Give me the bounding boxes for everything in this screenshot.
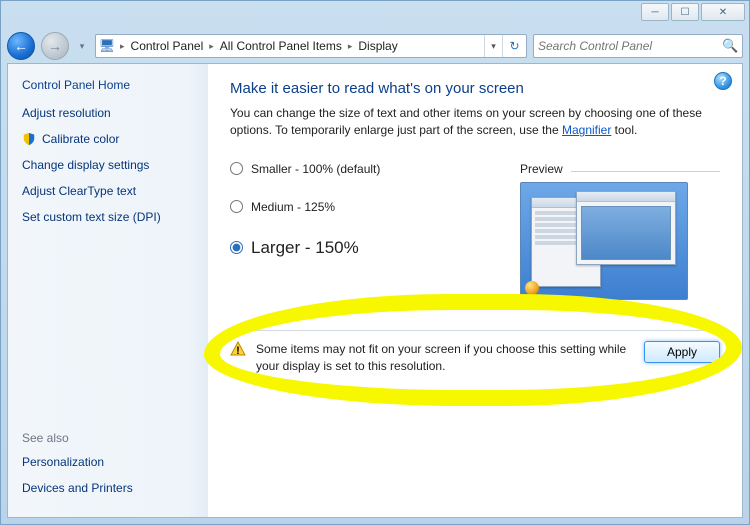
- arrow-left-icon: ←: [14, 38, 28, 54]
- option-label: Larger - 150%: [251, 238, 359, 258]
- breadcrumb-all-items[interactable]: All Control Panel Items: [216, 39, 346, 53]
- main-panel: Make it easier to read what's on your sc…: [208, 64, 742, 517]
- minimize-button[interactable]: ─: [641, 3, 669, 21]
- see-also-label: See also: [22, 431, 194, 445]
- display-icon: 🖥: [96, 38, 118, 54]
- title-bar: ─ ☐ ✕: [1, 1, 749, 29]
- radio-smaller[interactable]: [230, 162, 243, 175]
- option-label: Medium - 125%: [251, 200, 335, 214]
- radio-medium[interactable]: [230, 200, 243, 213]
- sidebar-personalization[interactable]: Personalization: [22, 455, 194, 469]
- option-medium[interactable]: Medium - 125%: [230, 200, 520, 214]
- preview-thumbnail: [520, 182, 688, 300]
- breadcrumb[interactable]: 🖥 ▸ Control Panel ▸ All Control Panel It…: [95, 34, 527, 58]
- back-button[interactable]: ←: [7, 32, 35, 60]
- sidebar-devices-printers[interactable]: Devices and Printers: [22, 481, 194, 495]
- refresh-button[interactable]: ↻: [502, 35, 526, 57]
- warning-section: ! Some items may not fit on your screen …: [230, 330, 720, 375]
- history-dropdown[interactable]: ▾: [75, 36, 89, 56]
- page-description: You can change the size of text and othe…: [230, 105, 720, 140]
- forward-button[interactable]: →: [41, 32, 69, 60]
- sidebar-adjust-resolution[interactable]: Adjust resolution: [22, 106, 194, 120]
- search-icon: 🔍: [722, 38, 738, 54]
- shield-icon: [22, 132, 36, 146]
- preview-label: Preview: [520, 162, 563, 176]
- sidebar-item-label: Calibrate color: [42, 132, 119, 146]
- content-body: ? Control Panel Home Adjust resolution C…: [7, 63, 743, 518]
- svg-text:!: !: [236, 345, 240, 357]
- sidebar: Control Panel Home Adjust resolution Cal…: [8, 64, 208, 517]
- sidebar-calibrate-color[interactable]: Calibrate color: [22, 132, 194, 146]
- close-button[interactable]: ✕: [701, 3, 745, 21]
- breadcrumb-separator: ▸: [207, 41, 216, 52]
- option-label: Smaller - 100% (default): [251, 162, 380, 176]
- search-input[interactable]: [538, 39, 722, 53]
- arrow-right-icon: →: [48, 38, 62, 54]
- warning-text: Some items may not fit on your screen if…: [256, 341, 634, 375]
- breadcrumb-separator: ▸: [118, 41, 127, 52]
- control-panel-home-link[interactable]: Control Panel Home: [22, 78, 194, 92]
- breadcrumb-control-panel[interactable]: Control Panel: [127, 39, 208, 53]
- start-orb-icon: [525, 281, 539, 295]
- page-title: Make it easier to read what's on your sc…: [230, 80, 720, 97]
- apply-button[interactable]: Apply: [644, 341, 720, 363]
- option-smaller[interactable]: Smaller - 100% (default): [230, 162, 520, 176]
- radio-larger[interactable]: [230, 241, 243, 254]
- option-larger[interactable]: Larger - 150%: [230, 238, 520, 258]
- warning-icon: !: [230, 341, 246, 357]
- navigation-bar: ← → ▾ 🖥 ▸ Control Panel ▸ All Control Pa…: [1, 29, 749, 63]
- sidebar-adjust-cleartype[interactable]: Adjust ClearType text: [22, 184, 194, 198]
- divider: [230, 330, 720, 331]
- sidebar-change-display-settings[interactable]: Change display settings: [22, 158, 194, 172]
- size-options: Smaller - 100% (default) Medium - 125% L…: [230, 162, 720, 300]
- magnifier-link[interactable]: Magnifier: [562, 123, 611, 137]
- breadcrumb-display[interactable]: Display: [354, 39, 401, 53]
- breadcrumb-dropdown[interactable]: ▾: [484, 35, 502, 57]
- sidebar-custom-text-size[interactable]: Set custom text size (DPI): [22, 210, 194, 224]
- preview-window-icon: [576, 191, 676, 265]
- window-frame: ─ ☐ ✕ ← → ▾ 🖥 ▸ Control Panel ▸ All Cont…: [0, 0, 750, 525]
- search-box[interactable]: 🔍: [533, 34, 743, 58]
- breadcrumb-separator: ▸: [346, 41, 355, 52]
- divider: [571, 171, 720, 172]
- maximize-button[interactable]: ☐: [671, 3, 699, 21]
